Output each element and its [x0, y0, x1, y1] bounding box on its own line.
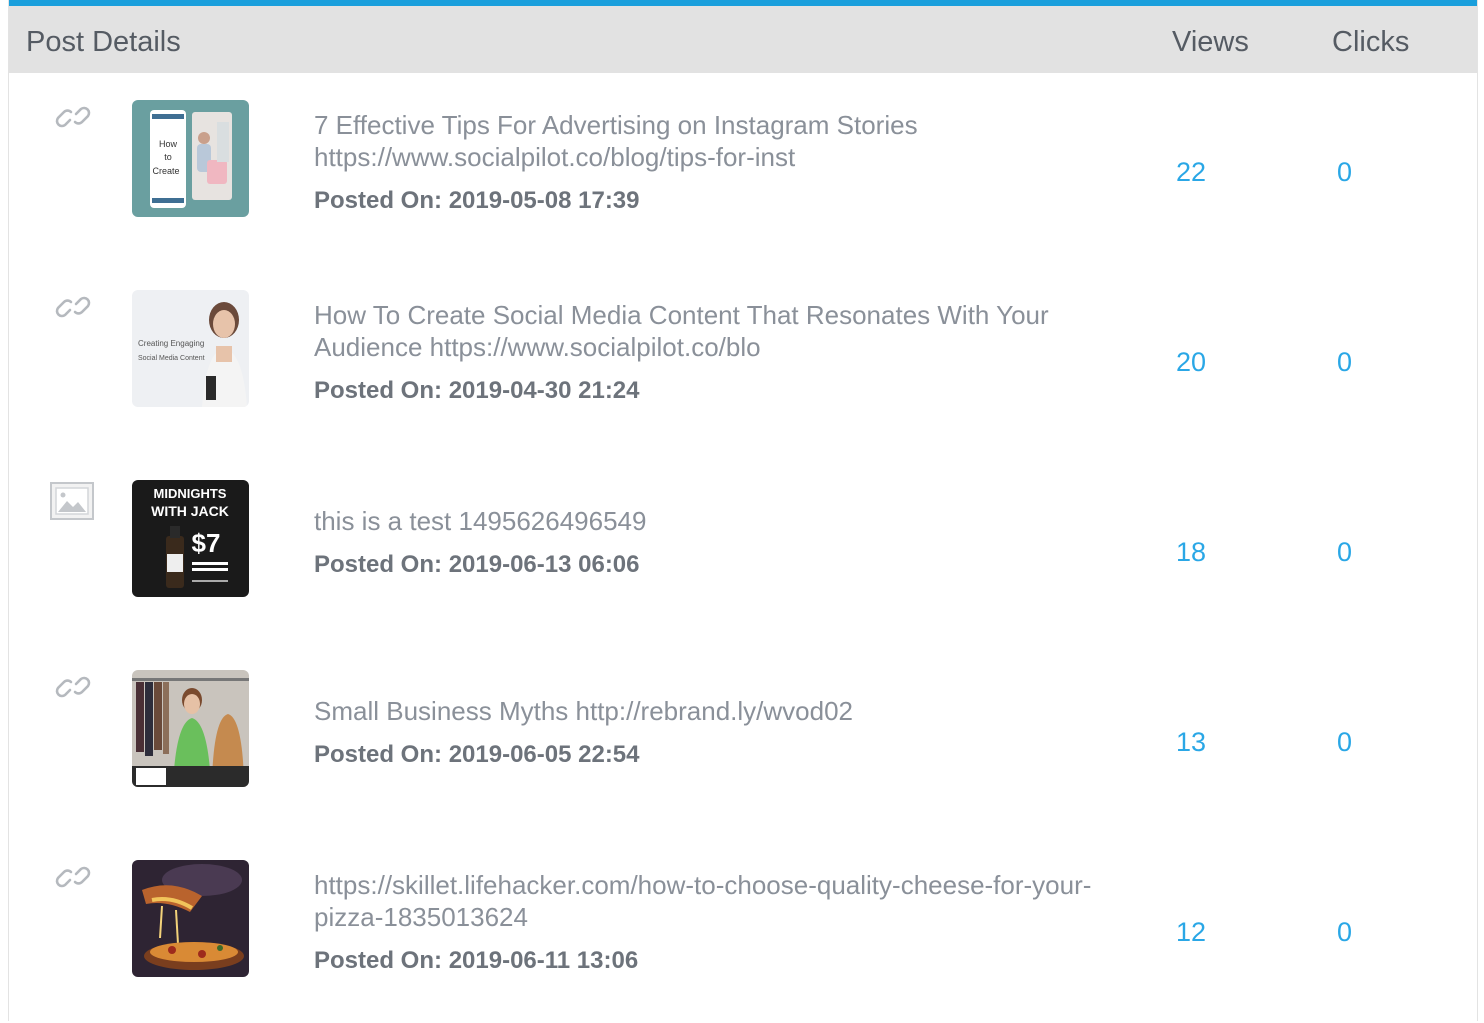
posted-on-date: 2019-05-08 17:39 [448, 187, 640, 214]
post-details-header: Post Details [26, 26, 181, 58]
thumb-text: WITH JACK [151, 503, 229, 519]
thumb-text: Create [152, 166, 179, 176]
table-row[interactable]: MIDNIGHTS WITH JACK $7 this is a test 14… [9, 453, 1477, 643]
table-row[interactable]: How to Create 7 Effective Tips For Adver… [9, 73, 1477, 263]
posted-on-label: Posted On: [314, 377, 443, 404]
posted-on-label: Posted On: [314, 551, 443, 578]
thumb-text: MIDNIGHTS [154, 486, 227, 501]
views-count: 22 [1176, 157, 1207, 187]
thumb-text: $7 [192, 528, 221, 558]
link-icon [53, 857, 93, 897]
clicks-count: 0 [1337, 537, 1353, 567]
thumb-text: Creating Engaging [138, 339, 204, 348]
image-icon [49, 481, 95, 521]
posted-on-date: 2019-06-11 13:06 [448, 947, 639, 974]
thumb-text: to [164, 152, 172, 162]
posted-on: Posted On: 2019-06-11 13:06 [314, 947, 1104, 975]
posted-on-date: 2019-04-30 21:24 [448, 377, 640, 404]
small-business-myths-thumbnail[interactable] [132, 670, 249, 787]
pizza-cheese-thumbnail[interactable] [132, 860, 249, 977]
post-title[interactable]: 7 Effective Tips For Advertising on Inst… [314, 109, 1104, 173]
views-count: 20 [1176, 347, 1207, 377]
thumb-text: How [159, 139, 178, 149]
posted-on: Posted On: 2019-06-13 06:06 [314, 551, 1104, 579]
table-row[interactable]: Small Business Myths http://rebrand.ly/w… [9, 643, 1477, 833]
posted-on: Posted On: 2019-05-08 17:39 [314, 187, 1104, 215]
clicks-count: 0 [1337, 157, 1353, 187]
posted-on-date: 2019-06-05 22:54 [448, 741, 640, 768]
social-media-content-thumbnail[interactable]: Creating Engaging Social Media Content [132, 290, 249, 407]
posted-on-label: Posted On: [314, 187, 443, 214]
posted-on-label: Posted On: [314, 741, 443, 768]
views-count: 18 [1176, 537, 1207, 567]
table-header: Post Details Views Clicks [9, 6, 1477, 73]
post-stats-panel: Post Details Views Clicks How to Create [8, 0, 1478, 1021]
table-row[interactable]: Creating Engaging Social Media Content H… [9, 263, 1477, 453]
link-icon [53, 287, 93, 327]
instagram-stories-thumbnail[interactable]: How to Create [132, 100, 249, 217]
link-icon [53, 667, 93, 707]
midnights-with-jack-thumbnail[interactable]: MIDNIGHTS WITH JACK $7 [132, 480, 249, 597]
post-title[interactable]: this is a test 1495626496549 [314, 505, 1104, 537]
link-icon [53, 97, 93, 137]
posted-on-date: 2019-06-13 06:06 [448, 551, 640, 578]
clicks-count: 0 [1337, 917, 1353, 947]
post-title[interactable]: https://skillet.lifehacker.com/how-to-ch… [314, 869, 1104, 933]
thumb-text: Social Media Content [138, 355, 205, 362]
table-row[interactable]: https://skillet.lifehacker.com/how-to-ch… [9, 833, 1477, 1023]
posted-on: Posted On: 2019-04-30 21:24 [314, 377, 1104, 405]
clicks-count: 0 [1337, 727, 1353, 757]
posted-on-label: Posted On: [314, 947, 443, 974]
posted-on: Posted On: 2019-06-05 22:54 [314, 741, 1104, 769]
views-count: 12 [1176, 917, 1207, 947]
views-header[interactable]: Views [1172, 26, 1249, 59]
post-title[interactable]: How To Create Social Media Content That … [314, 299, 1104, 363]
views-count: 13 [1176, 727, 1207, 757]
clicks-header[interactable]: Clicks [1332, 26, 1409, 59]
post-title[interactable]: Small Business Myths http://rebrand.ly/w… [314, 695, 1104, 727]
clicks-count: 0 [1337, 347, 1353, 377]
